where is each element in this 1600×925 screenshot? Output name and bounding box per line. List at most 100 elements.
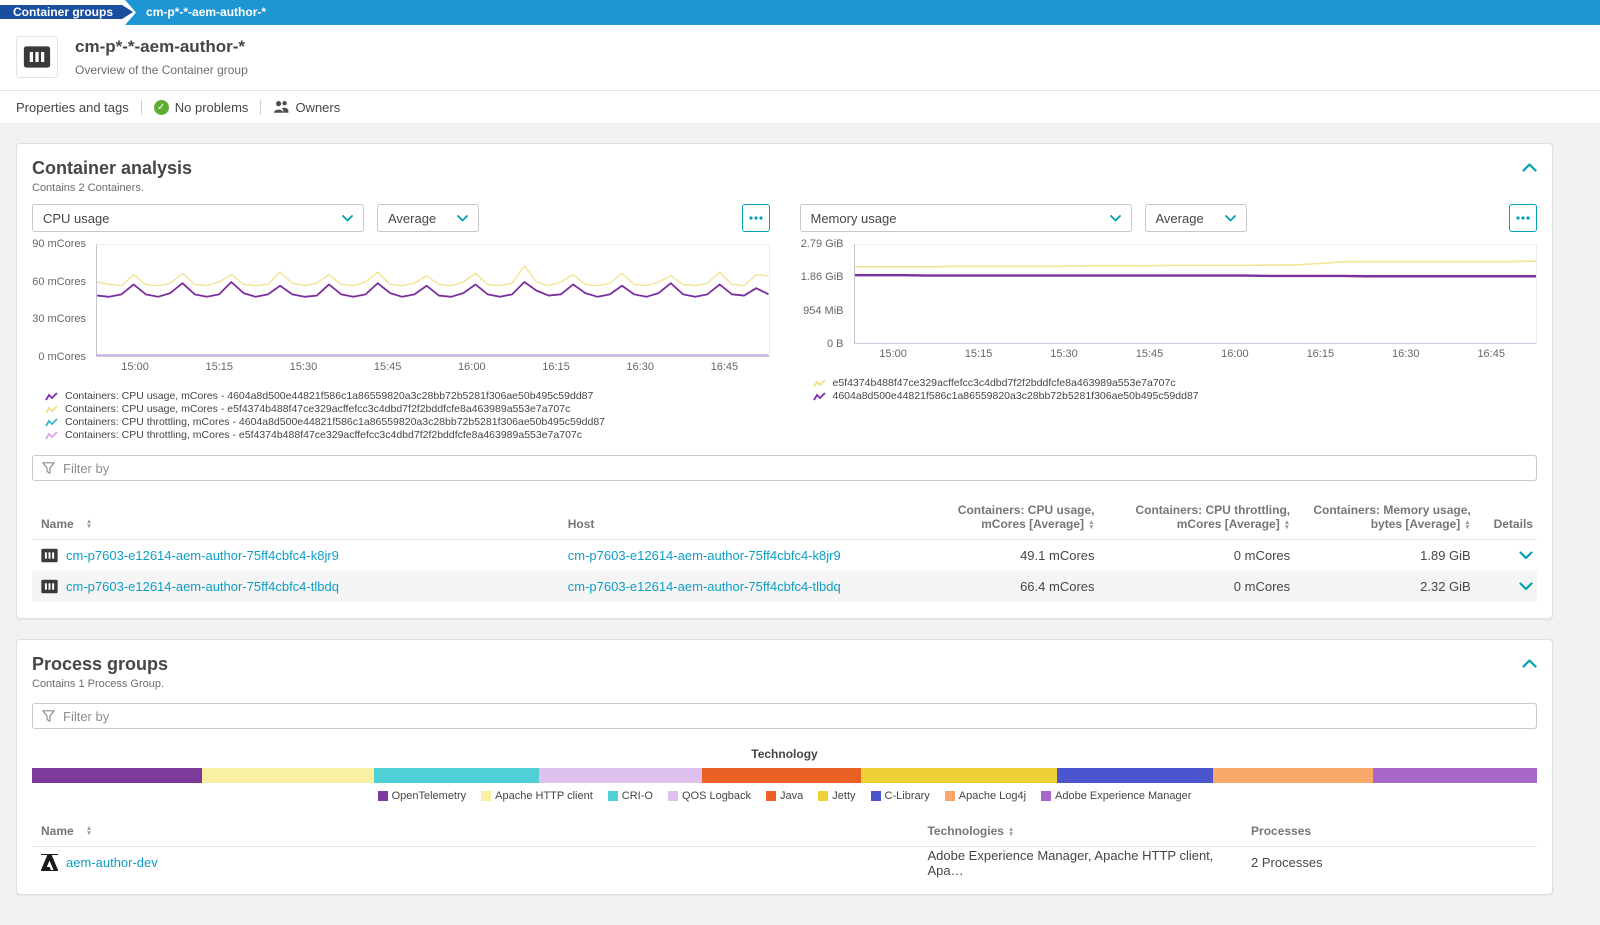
technology-segment[interactable] <box>1057 768 1214 783</box>
line-series-icon <box>45 405 58 415</box>
technology-segment[interactable] <box>374 768 540 783</box>
legend-item: C-Library <box>871 790 930 802</box>
table-row: cm-p7603-e12614-aem-author-75ff4cbfc4-k8… <box>32 540 1537 571</box>
page-bottom-spacer <box>0 895 1600 925</box>
collapse-process-groups-button[interactable] <box>1522 655 1537 673</box>
y-axis-label: 2.79 GiB <box>801 238 844 250</box>
cpu-usage-value: 66.4 mCores <box>929 579 1095 594</box>
technology-segment[interactable] <box>539 768 702 783</box>
technology-segment[interactable] <box>202 768 374 783</box>
x-axis-label: 15:15 <box>205 361 233 373</box>
memory-chart-plot <box>854 244 1538 344</box>
cpu-usage-value: 49.1 mCores <box>929 548 1095 563</box>
sort-icon[interactable] <box>1008 827 1014 837</box>
memory-aggregation-select[interactable]: Average <box>1145 204 1247 232</box>
ellipsis-icon <box>749 216 763 220</box>
column-header-name[interactable]: Name <box>32 824 927 838</box>
cpu-aggregation-select[interactable]: Average <box>377 204 479 232</box>
technology-segment[interactable] <box>1373 768 1537 783</box>
page-title: cm-p*-*-aem-author-* <box>75 37 248 57</box>
legend-label: Containers: CPU throttling, mCores - e5f… <box>65 429 582 442</box>
technology-segment[interactable] <box>32 768 202 783</box>
line-series-icon <box>45 418 58 428</box>
process-groups-filter[interactable] <box>32 703 1537 729</box>
technology-segment[interactable] <box>861 768 1057 783</box>
containers-table: Name Host Containers: CPU usage, mCores … <box>32 499 1537 602</box>
cpu-metric-select[interactable]: CPU usage <box>32 204 364 232</box>
cpu-aggregation-select-value: Average <box>388 211 436 226</box>
technology-legend: OpenTelemetry Apache HTTP client CRI-O Q… <box>32 790 1537 802</box>
breadcrumb-root-chip[interactable]: Container groups <box>0 0 136 25</box>
cpu-chart-more-options-button[interactable] <box>742 204 770 232</box>
chevron-down-icon <box>1225 215 1236 222</box>
container-link[interactable]: cm-p7603-e12614-aem-author-75ff4cbfc4-k8… <box>66 548 339 563</box>
memory-usage-value: 2.32 GiB <box>1290 579 1471 594</box>
legend-item[interactable]: Containers: CPU usage, mCores - 4604a8d5… <box>45 390 770 403</box>
technology-chart-title: Technology <box>32 747 1537 761</box>
collapse-container-analysis-button[interactable] <box>1522 159 1537 177</box>
legend-item[interactable]: 4604a8d500e44821f586c1a86559820a3c28bb72… <box>813 390 1538 403</box>
page-subtitle: Overview of the Container group <box>75 63 248 77</box>
column-header-processes: Processes <box>1251 824 1537 838</box>
column-header-cpu-usage[interactable]: Containers: CPU usage, mCores [Average] <box>929 503 1095 531</box>
legend-item[interactable]: Containers: CPU throttling, mCores - e5f… <box>45 429 770 442</box>
breadcrumb-root-label[interactable]: Container groups <box>0 5 133 19</box>
legend-item[interactable]: e5f4374b488f47ce329acffefcc3c4dbd7f2f2bd… <box>813 377 1538 390</box>
y-axis-label: 0 mCores <box>38 351 86 363</box>
sort-icon[interactable] <box>86 519 92 529</box>
process-groups-table: Name Technologies Processes aem-author-d… <box>32 820 1537 878</box>
technology-segment[interactable] <box>1213 768 1373 783</box>
legend-item: Java <box>766 790 803 802</box>
tab-separator <box>141 100 142 115</box>
problems-status[interactable]: No problems <box>154 100 249 115</box>
memory-chart-x-axis: 15:0015:1515:3015:4516:0016:1516:3016:45 <box>854 348 1538 363</box>
no-problems-check-icon <box>154 100 169 115</box>
legend-label: Containers: CPU throttling, mCores - 460… <box>65 416 605 429</box>
memory-metric-select-value: Memory usage <box>811 211 897 226</box>
x-axis-label: 16:45 <box>711 361 739 373</box>
column-header-cpu-throttling[interactable]: Containers: CPU throttling, mCores [Aver… <box>1095 503 1291 531</box>
breadcrumb: Container groups cm-p*-*-aem-author-* <box>0 0 1600 25</box>
cpu-throttling-value: 0 mCores <box>1095 548 1291 563</box>
expand-details-chevron[interactable] <box>1519 582 1533 591</box>
column-header-name[interactable]: Name <box>32 517 568 531</box>
containers-filter-input[interactable] <box>63 461 1527 476</box>
y-axis-label: 1.86 GiB <box>801 271 844 283</box>
memory-chart-more-options-button[interactable] <box>1509 204 1537 232</box>
host-link[interactable]: cm-p7603-e12614-aem-author-75ff4cbfc4-tl… <box>568 579 841 594</box>
chart-line-series <box>855 275 1537 276</box>
cpu-chart-plot <box>96 244 770 357</box>
legend-item: CRI-O <box>608 790 653 802</box>
host-link[interactable]: cm-p7603-e12614-aem-author-75ff4cbfc4-k8… <box>568 548 841 563</box>
legend-item[interactable]: Containers: CPU usage, mCores - e5f4374b… <box>45 403 770 416</box>
line-series-icon <box>45 392 58 402</box>
color-chip <box>1041 791 1051 801</box>
container-group-icon <box>16 36 58 78</box>
tab-owners[interactable]: Owners <box>273 100 340 115</box>
y-axis-label: 0 B <box>827 338 844 350</box>
column-header-details: Details <box>1471 517 1537 531</box>
tab-properties-and-tags[interactable]: Properties and tags <box>16 100 129 115</box>
containers-filter[interactable] <box>32 455 1537 481</box>
memory-metric-select[interactable]: Memory usage <box>800 204 1132 232</box>
x-axis-label: 16:00 <box>458 361 486 373</box>
sort-icon[interactable] <box>86 826 92 836</box>
process-group-link[interactable]: aem-author-dev <box>66 855 158 870</box>
owners-label: Owners <box>295 100 340 115</box>
chevron-down-icon <box>457 215 468 222</box>
container-link[interactable]: cm-p7603-e12614-aem-author-75ff4cbfc4-tl… <box>66 579 339 594</box>
column-header-technologies[interactable]: Technologies <box>927 824 1251 838</box>
x-axis-label: 16:30 <box>626 361 654 373</box>
legend-item: OpenTelemetry <box>378 790 467 802</box>
process-groups-filter-input[interactable] <box>63 709 1527 724</box>
legend-item[interactable]: Containers: CPU throttling, mCores - 460… <box>45 416 770 429</box>
technology-segment[interactable] <box>702 768 862 783</box>
table-row: aem-author-dev Adobe Experience Manager,… <box>32 847 1537 878</box>
x-axis-label: 16:15 <box>1307 348 1335 360</box>
legend-label: 4604a8d500e44821f586c1a86559820a3c28bb72… <box>833 390 1199 403</box>
y-axis-label: 30 mCores <box>32 313 86 325</box>
column-header-memory-usage[interactable]: Containers: Memory usage, bytes [Average… <box>1290 503 1471 531</box>
expand-details-chevron[interactable] <box>1519 551 1533 560</box>
legend-item: Adobe Experience Manager <box>1041 790 1191 802</box>
legend-label: e5f4374b488f47ce329acffefcc3c4dbd7f2f2bd… <box>833 377 1176 390</box>
